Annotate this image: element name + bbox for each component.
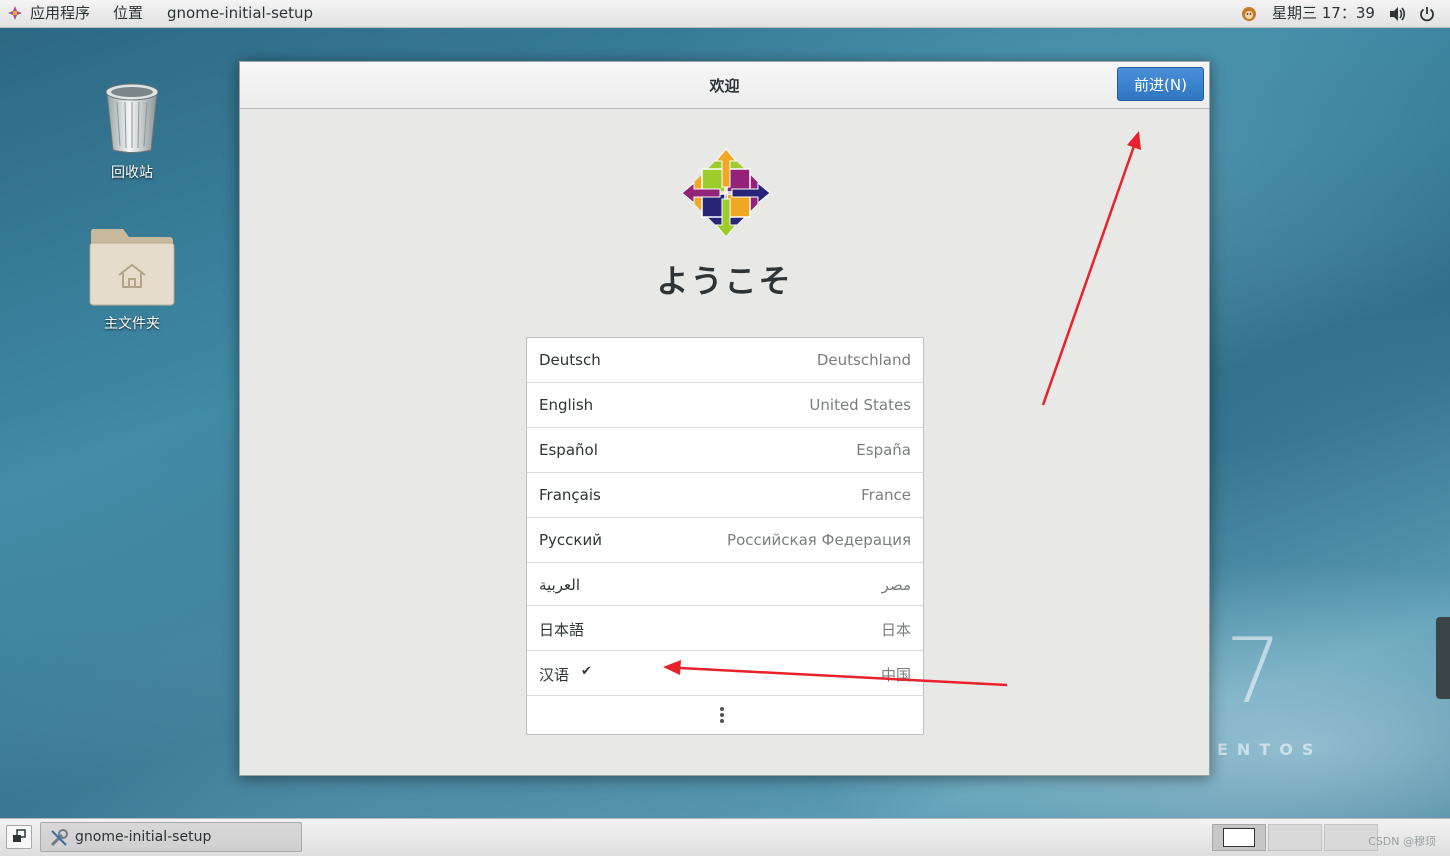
tools-icon: [50, 829, 68, 847]
side-panel-handle[interactable]: [1436, 617, 1450, 699]
language-list: Deutsch Deutschland English United State…: [526, 337, 924, 735]
taskbar-window-button[interactable]: gnome-initial-setup: [40, 822, 302, 852]
check-icon: ✔: [581, 664, 592, 679]
trash-label: 回收站: [111, 165, 153, 181]
language-row-francais[interactable]: Français France: [527, 473, 923, 518]
language-row-arabic[interactable]: العربية مصر: [527, 563, 923, 606]
workspace-window-thumbnail: [1223, 828, 1255, 847]
show-desktop-button[interactable]: [6, 825, 32, 849]
language-region: United States: [809, 396, 911, 414]
home-folder-label: 主文件夹: [104, 316, 160, 332]
language-name: Русский: [539, 531, 602, 549]
wallpaper-number: 7: [1225, 619, 1283, 724]
language-row-english[interactable]: English United States: [527, 383, 923, 428]
next-button[interactable]: 前进(N): [1117, 67, 1204, 101]
language-row-russian[interactable]: Русский Российская Федерация: [527, 518, 923, 563]
user-status-icon[interactable]: [1241, 6, 1257, 22]
language-row-chinese[interactable]: 汉语 ✔ 中国: [527, 651, 923, 696]
language-region: France: [861, 486, 911, 504]
trash-icon: [101, 80, 163, 154]
workspace-1[interactable]: [1212, 824, 1266, 851]
window-headerbar: 欢迎 前进(N): [240, 62, 1209, 109]
window-title: 欢迎: [709, 77, 740, 95]
bottom-panel: gnome-initial-setup CSDN @穆顼: [0, 818, 1450, 856]
language-region: 中国: [880, 666, 911, 684]
language-region: Российская Федерация: [727, 531, 911, 549]
language-row-espanol[interactable]: Español España: [527, 428, 923, 473]
more-languages-button[interactable]: [527, 696, 923, 736]
power-icon[interactable]: [1419, 6, 1435, 22]
language-name: Français: [539, 486, 601, 504]
language-region: مصر: [881, 576, 911, 594]
home-folder-desktop-icon[interactable]: 主文件夹: [77, 225, 187, 333]
language-region: 日本: [880, 621, 911, 639]
top-panel: 应用程序 位置 gnome-initial-setup 星期三 17：39: [0, 0, 1450, 28]
applications-menu[interactable]: 应用程序: [30, 4, 90, 22]
places-menu[interactable]: 位置: [113, 4, 143, 22]
initial-setup-window: 欢迎 前进(N) ようこそ Deutsch Deutschland Englis…: [239, 61, 1210, 776]
applications-icon: [8, 6, 22, 20]
language-name: Español: [539, 441, 598, 459]
home-folder-icon: [89, 225, 175, 307]
language-region: Deutschland: [816, 351, 911, 369]
watermark: CSDN @穆顼: [1368, 835, 1436, 848]
window-restore-icon: [13, 829, 26, 842]
active-app-menu[interactable]: gnome-initial-setup: [167, 4, 313, 22]
language-row-japanese[interactable]: 日本語 日本: [527, 606, 923, 651]
clock[interactable]: 星期三 17：39: [1272, 4, 1375, 22]
more-vertical-icon: [720, 707, 724, 725]
wallpaper-brand: ENTOS: [1217, 740, 1323, 759]
workspace-2[interactable]: [1268, 824, 1322, 851]
language-name: English: [539, 396, 594, 414]
trash-desktop-icon[interactable]: 回收站: [77, 80, 187, 182]
language-name: 日本語: [539, 621, 585, 639]
taskbar-window-label: gnome-initial-setup: [75, 829, 212, 845]
language-row-deutsch[interactable]: Deutsch Deutschland: [527, 338, 923, 383]
language-name: العربية: [539, 576, 580, 594]
volume-icon[interactable]: [1389, 6, 1407, 22]
language-name: 汉语: [539, 666, 570, 684]
centos-logo-icon: [681, 148, 771, 238]
language-region: España: [856, 441, 911, 459]
language-name: Deutsch: [539, 351, 601, 369]
welcome-heading: ようこそ: [656, 262, 793, 300]
